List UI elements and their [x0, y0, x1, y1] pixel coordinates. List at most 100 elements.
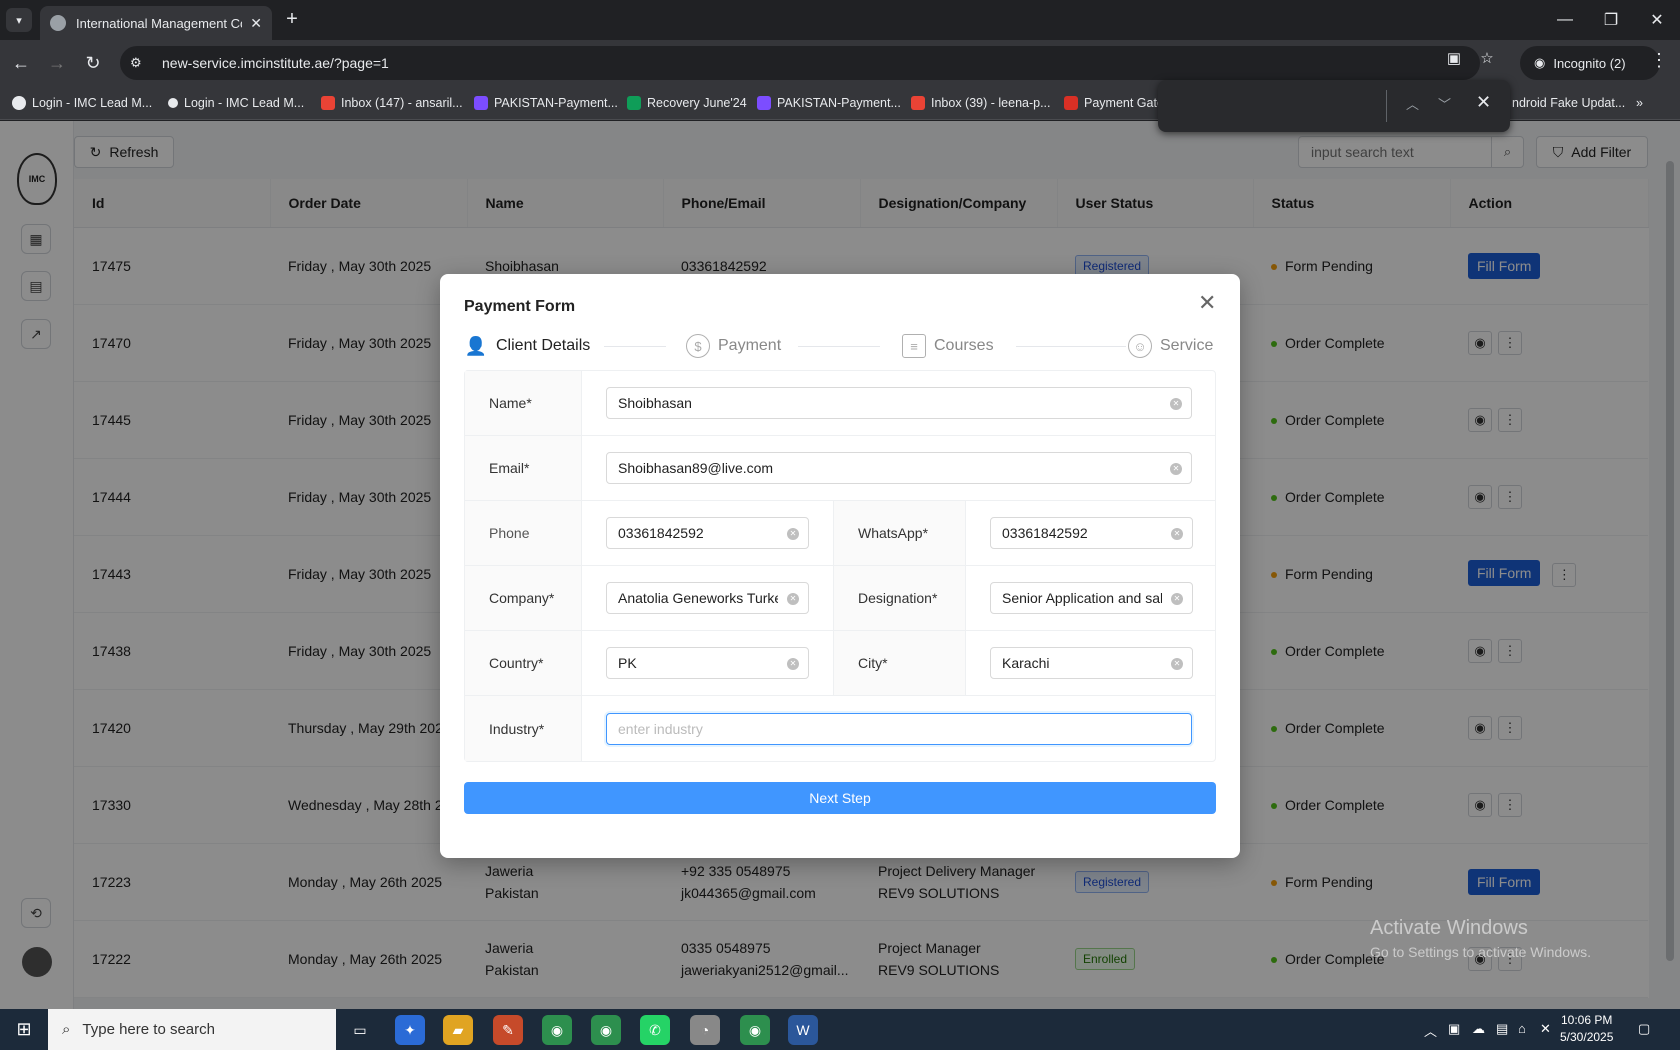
tab-favicon-icon [50, 15, 66, 31]
clear-icon[interactable]: ✕ [1171, 528, 1183, 540]
find-close-icon[interactable]: ✕ [1476, 92, 1491, 113]
back-icon[interactable]: ← [8, 50, 34, 76]
notifications-icon[interactable]: ▢ [1638, 1021, 1650, 1037]
minimize-icon[interactable]: — [1542, 0, 1588, 40]
name-field[interactable]: Shoibhasan ✕ [606, 387, 1192, 419]
tray-app-icon[interactable]: ▤ [1496, 1021, 1508, 1037]
industry-input[interactable]: enter industry [606, 712, 1192, 745]
bookmark-item[interactable]: ndroid Fake Updat... [1512, 94, 1625, 112]
form-icon [757, 96, 771, 110]
bookmark-favicon-icon [168, 98, 178, 108]
designation-value: Senior Application and sales [1002, 590, 1162, 606]
clear-icon[interactable]: ✕ [1171, 593, 1183, 605]
country-field[interactable]: PK ✕ [606, 647, 809, 679]
city-label: City* [834, 631, 966, 695]
bookmark-label: PAKISTAN-Payment... [777, 96, 901, 110]
country-value: PK [618, 655, 637, 671]
step-label: Client Details [496, 337, 591, 354]
tab-search-icon[interactable]: ▾ [6, 8, 32, 32]
clear-icon[interactable]: ✕ [1170, 463, 1182, 475]
volume-muted-icon[interactable]: ✕ [1540, 1021, 1551, 1037]
bookmark-item[interactable]: Recovery June'24 [627, 94, 747, 112]
form-row: Country* PK ✕ City* Karachi ✕ [465, 631, 1215, 696]
tray-chevron-icon[interactable]: ︿ [1424, 1021, 1437, 1040]
windows-start-icon[interactable]: ⊞ [0, 1009, 48, 1050]
reload-icon[interactable]: ↻ [80, 50, 106, 76]
find-previous-icon[interactable]: ︿ [1406, 94, 1419, 113]
step-courses[interactable]: ≡ Courses [902, 330, 994, 362]
whatsapp-icon[interactable]: ✆ [640, 1015, 670, 1045]
modal-close-icon[interactable]: ✕ [1198, 290, 1216, 316]
bookmarks-overflow-icon[interactable]: » [1636, 94, 1643, 112]
name-label: Name* [465, 371, 582, 435]
company-field[interactable]: Anatolia Geneworks Turkey ✕ [606, 582, 809, 614]
chrome-icon[interactable]: ◉ [542, 1015, 572, 1045]
onedrive-icon[interactable]: ☁ [1472, 1021, 1485, 1037]
step-service[interactable]: ☺ Service [1128, 330, 1213, 362]
bookmark-label: PAKISTAN-Payment... [494, 96, 618, 110]
chrome-icon[interactable]: ◉ [740, 1015, 770, 1045]
email-value: Shoibhasan89@live.com [618, 460, 774, 476]
word-icon[interactable]: W [788, 1015, 818, 1045]
next-step-button[interactable]: Next Step [464, 782, 1216, 814]
email-field[interactable]: Shoibhasan89@live.com ✕ [606, 452, 1192, 484]
system-clock[interactable]: 10:06 PM 5/30/2025 [1560, 1012, 1613, 1046]
restore-icon[interactable]: ❐ [1588, 0, 1634, 40]
window-close-icon[interactable]: ✕ [1634, 0, 1680, 40]
bookmark-item[interactable]: Inbox (39) - leena-p... [911, 94, 1051, 112]
forward-icon[interactable]: → [44, 50, 70, 76]
new-tab-icon[interactable]: + [280, 8, 304, 32]
step-client-details[interactable]: 👤 Client Details [464, 330, 590, 362]
phone-value: 03361842592 [618, 525, 704, 541]
bookmark-item[interactable]: Payment Gate [1064, 94, 1164, 112]
bookmark-item[interactable]: Login - IMC Lead M... [12, 94, 152, 112]
network-icon[interactable]: ⌂ [1518, 1021, 1526, 1036]
bookmark-item[interactable]: Inbox (147) - ansaril... [321, 94, 463, 112]
designation-field[interactable]: Senior Application and sales ✕ [990, 582, 1193, 614]
form-icon [474, 96, 488, 110]
whatsapp-value: 03361842592 [1002, 525, 1088, 541]
site-info-icon[interactable]: ⚙ [130, 55, 148, 71]
step-payment[interactable]: $ Payment [686, 330, 781, 362]
whatsapp-field[interactable]: 03361842592 ✕ [990, 517, 1193, 549]
city-field[interactable]: Karachi ✕ [990, 647, 1193, 679]
address-bar[interactable]: ⚙ new-service.imcinstitute.ae/?page=1 [120, 46, 1480, 80]
copilot-icon[interactable]: ✦ [395, 1015, 425, 1045]
clock-app-icon[interactable]: ◔ [690, 1015, 720, 1045]
chrome-icon[interactable]: ◉ [591, 1015, 621, 1045]
bookmark-item[interactable]: Login - IMC Lead M... [168, 94, 304, 112]
reader-mode-icon[interactable]: ▣ [1443, 48, 1465, 70]
phone-field[interactable]: 03361842592 ✕ [606, 517, 809, 549]
bookmark-item[interactable]: PAKISTAN-Payment... [757, 94, 901, 112]
company-label: Company* [465, 566, 582, 630]
incognito-badge[interactable]: ◉ Incognito (2) [1520, 46, 1660, 80]
browser-menu-icon[interactable]: ⋮ [1650, 50, 1668, 71]
modal-title: Payment Form [464, 298, 576, 315]
step-connector [604, 346, 666, 347]
clear-icon[interactable]: ✕ [787, 593, 799, 605]
incognito-label: Incognito (2) [1553, 55, 1626, 71]
tab-close-icon[interactable]: ✕ [250, 15, 262, 32]
incognito-icon: ◉ [1534, 55, 1546, 70]
taskbar-search[interactable]: ⌕ Type here to search [48, 1009, 336, 1050]
field-cell: enter industry [582, 696, 1215, 761]
field-cell: Shoibhasan89@live.com ✕ [582, 436, 1215, 500]
bookmark-star-icon[interactable]: ☆ [1476, 48, 1498, 70]
clear-icon[interactable]: ✕ [787, 658, 799, 670]
task-view-icon[interactable]: ▭ [345, 1015, 375, 1045]
form-row: Email* Shoibhasan89@live.com ✕ [465, 436, 1215, 501]
field-cell: PK ✕ [582, 631, 834, 695]
tray-app-icon[interactable]: ▣ [1448, 1021, 1460, 1037]
browser-tabstrip: ▾ International Management Con ✕ + — ❐ ✕ [0, 0, 1680, 40]
clear-icon[interactable]: ✕ [1171, 658, 1183, 670]
file-explorer-icon[interactable]: ▰ [443, 1015, 473, 1045]
find-next-icon[interactable]: ﹀ [1438, 94, 1451, 113]
field-cell: 03361842592 ✕ [582, 501, 834, 565]
app-icon[interactable]: ✎ [493, 1015, 523, 1045]
gmail-icon [321, 96, 335, 110]
clear-icon[interactable]: ✕ [1170, 398, 1182, 410]
clear-icon[interactable]: ✕ [787, 528, 799, 540]
bookmark-item[interactable]: PAKISTAN-Payment... [474, 94, 618, 112]
gmail-icon [911, 96, 925, 110]
browser-tab[interactable]: International Management Con ✕ [40, 6, 272, 40]
